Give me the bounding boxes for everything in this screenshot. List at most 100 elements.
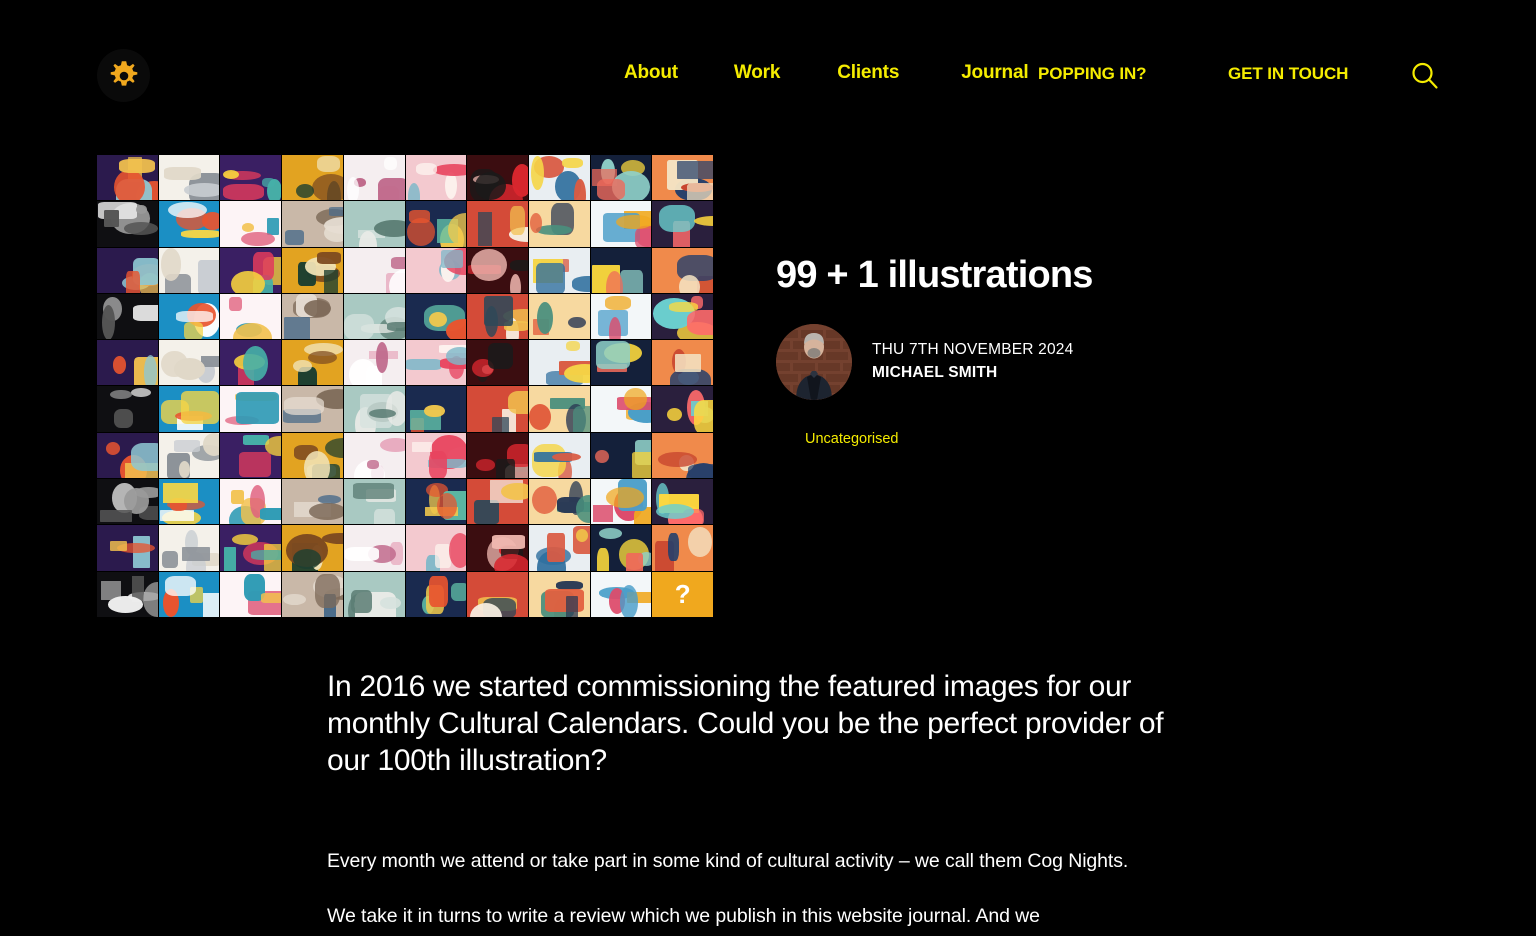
site-header: About Work Clients Journal POPPING IN? G… <box>0 0 1536 150</box>
publish-date: THU 7TH NOVEMBER 2024 <box>872 341 1074 359</box>
featured-tile <box>220 293 282 340</box>
featured-tile <box>652 479 713 525</box>
featured-tile <box>467 432 528 479</box>
nav-item-about[interactable]: About <box>624 62 678 84</box>
featured-tile <box>528 201 590 247</box>
featured-tile <box>97 571 158 617</box>
primary-navigation: About Work Clients Journal <box>624 62 1029 84</box>
featured-tile <box>528 293 590 340</box>
featured-tile <box>528 155 590 201</box>
featured-tile <box>282 201 343 247</box>
featured-tile <box>158 479 220 525</box>
featured-tile <box>220 340 282 386</box>
featured-tile <box>528 571 590 617</box>
featured-tile <box>343 155 405 201</box>
featured-tile <box>405 201 467 247</box>
featured-tile <box>528 247 590 293</box>
article-paragraph-2: We take it in turns to write a review wh… <box>327 905 1040 928</box>
featured-tile <box>590 479 652 525</box>
featured-tile <box>282 155 343 201</box>
featured-tile <box>467 247 528 293</box>
featured-tile <box>528 386 590 432</box>
featured-tile <box>282 293 343 340</box>
featured-tile <box>652 525 713 571</box>
featured-tile <box>467 571 528 617</box>
featured-tile <box>158 525 220 571</box>
featured-tile <box>282 247 343 293</box>
featured-tile <box>220 247 282 293</box>
featured-tile <box>405 479 467 525</box>
featured-tile <box>528 525 590 571</box>
featured-tile <box>343 571 405 617</box>
featured-tile <box>158 340 220 386</box>
article-lede: In 2016 we started commissioning the fea… <box>327 670 1164 778</box>
featured-tile <box>405 340 467 386</box>
featured-tile <box>405 386 467 432</box>
featured-tile <box>343 525 405 571</box>
featured-tile <box>158 386 220 432</box>
featured-tile <box>405 432 467 479</box>
featured-tile <box>158 155 220 201</box>
featured-tile <box>282 386 343 432</box>
featured-tile <box>343 386 405 432</box>
featured-tile <box>220 525 282 571</box>
featured-tile <box>467 340 528 386</box>
featured-tile <box>590 201 652 247</box>
featured-tile-placeholder: ? <box>652 571 713 617</box>
nav-item-journal[interactable]: Journal <box>961 62 1028 84</box>
featured-tile <box>590 247 652 293</box>
featured-tile <box>220 571 282 617</box>
featured-tile <box>158 432 220 479</box>
featured-tile <box>467 386 528 432</box>
featured-tile <box>467 155 528 201</box>
featured-tile <box>405 155 467 201</box>
featured-tile <box>405 571 467 617</box>
featured-tile <box>158 293 220 340</box>
author-name[interactable]: MICHAEL SMITH <box>872 362 1073 384</box>
featured-tile <box>467 201 528 247</box>
nav-item-popping-in[interactable]: POPPING IN? <box>1038 64 1147 84</box>
article-header: 99 + 1 illustrations THU 7TH NOVEMBER 20… <box>776 254 1436 448</box>
avatar <box>776 323 852 400</box>
featured-tile <box>590 155 652 201</box>
featured-tile <box>652 155 713 201</box>
featured-tile <box>97 201 158 247</box>
featured-tile <box>97 525 158 571</box>
featured-tile <box>282 479 343 525</box>
nav-item-clients[interactable]: Clients <box>837 62 899 84</box>
featured-image-grid: ? <box>97 155 713 617</box>
featured-tile <box>220 479 282 525</box>
nav-item-get-in-touch[interactable]: GET IN TOUCH <box>1228 64 1348 84</box>
featured-tile <box>405 247 467 293</box>
featured-tile <box>528 340 590 386</box>
featured-tile <box>97 247 158 293</box>
featured-tile <box>282 340 343 386</box>
featured-tile <box>282 432 343 479</box>
featured-tile <box>97 432 158 479</box>
category-tag-uncategorised[interactable]: Uncategorised <box>805 431 899 447</box>
nav-item-work[interactable]: Work <box>734 62 781 84</box>
featured-tile <box>220 432 282 479</box>
featured-tile <box>343 247 405 293</box>
featured-tile <box>467 525 528 571</box>
logo-home-link[interactable] <box>97 49 150 102</box>
featured-tile <box>652 247 713 293</box>
featured-tile <box>343 479 405 525</box>
featured-tile <box>652 340 713 386</box>
gear-icon <box>106 58 142 94</box>
featured-tile <box>528 479 590 525</box>
byline: THU 7TH NOVEMBER 2024 MICHAEL SMITH <box>776 323 1436 400</box>
featured-tile <box>282 571 343 617</box>
featured-tile <box>590 432 652 479</box>
featured-tile <box>343 201 405 247</box>
featured-tile <box>343 340 405 386</box>
search-button[interactable] <box>1409 60 1441 92</box>
featured-tile <box>220 201 282 247</box>
featured-tile <box>97 155 158 201</box>
featured-tile <box>590 571 652 617</box>
featured-tile <box>528 432 590 479</box>
featured-tile <box>158 201 220 247</box>
featured-tile <box>158 247 220 293</box>
featured-tile <box>97 386 158 432</box>
featured-tile <box>220 155 282 201</box>
